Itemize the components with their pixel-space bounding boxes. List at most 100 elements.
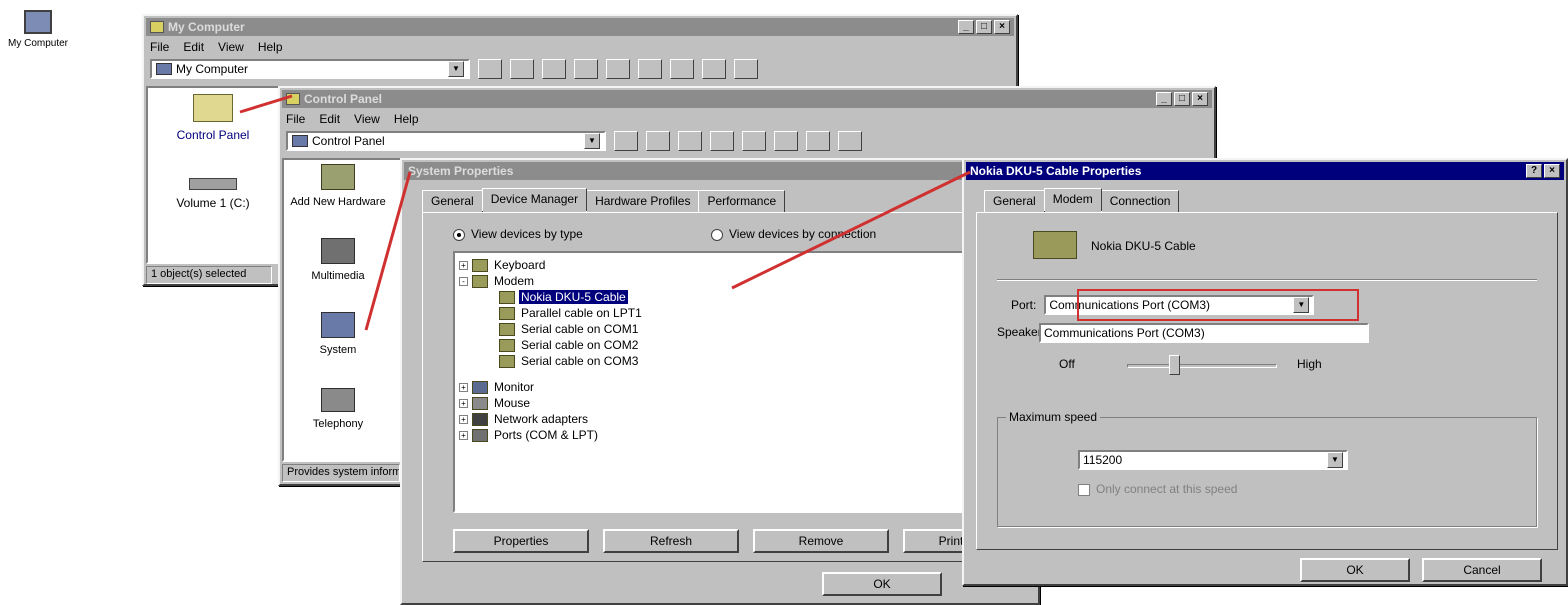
maximize-button[interactable]: □ [976, 20, 992, 34]
my-computer-titlebar[interactable]: My Computer _ □ × [146, 18, 1014, 36]
remove-button[interactable]: Remove [753, 529, 889, 553]
item-volume-c[interactable]: Volume 1 (C:) [158, 178, 268, 210]
menu-edit[interactable]: Edit [183, 40, 204, 54]
menu-help[interactable]: Help [258, 40, 283, 54]
expand-icon[interactable]: + [459, 260, 468, 270]
undo-button[interactable] [638, 59, 662, 79]
menu-help[interactable]: Help [394, 112, 419, 126]
only-connect-option[interactable]: Only connect at this speed [1078, 482, 1237, 496]
tab-general[interactable]: General [422, 190, 483, 213]
view-by-connection-radio[interactable] [711, 228, 723, 241]
tree-item-parallel-cable[interactable]: Parallel cable on LPT1 [499, 305, 644, 321]
views-button[interactable] [734, 59, 758, 79]
tree-item-network-adapters[interactable]: + Network adapters [459, 411, 590, 427]
tab-modem[interactable]: Modem [1043, 188, 1102, 211]
paste-button[interactable] [574, 59, 598, 79]
system-properties-titlebar[interactable]: System Properties [404, 162, 1036, 180]
max-speed-value: 115200 [1083, 453, 1123, 467]
menu-view[interactable]: View [354, 112, 380, 126]
close-button[interactable]: × [1544, 164, 1560, 178]
slider-thumb[interactable] [1169, 355, 1180, 375]
system-ok-button[interactable]: OK [822, 572, 942, 596]
control-panel-icon [292, 135, 308, 147]
item-telephony[interactable]: Telephony [290, 388, 386, 430]
item-system[interactable]: System [290, 312, 386, 356]
only-connect-checkbox[interactable] [1078, 483, 1090, 496]
address-dropdown-button[interactable]: ▼ [584, 133, 600, 149]
desktop-icon-my-computer[interactable]: My Computer [6, 10, 70, 49]
tree-item-modem[interactable]: - Modem [459, 273, 536, 289]
expand-icon[interactable]: + [459, 430, 468, 440]
paste-button[interactable] [710, 131, 734, 151]
close-button[interactable]: × [1192, 92, 1208, 106]
tree-item-nokia-cable[interactable]: Nokia DKU-5 Cable [499, 289, 628, 305]
map-drive-button[interactable] [606, 59, 630, 79]
menu-edit[interactable]: Edit [319, 112, 340, 126]
delete-button[interactable] [806, 131, 830, 151]
tree-item-serial-com2[interactable]: Serial cable on COM2 [499, 337, 640, 353]
device-manager-panel: View devices by type View devices by con… [422, 212, 1022, 562]
menu-file[interactable]: File [150, 40, 169, 54]
address-box[interactable]: Control Panel ▼ [286, 131, 606, 151]
view-by-connection-label: View devices by connection [729, 227, 877, 241]
menu-file[interactable]: File [286, 112, 305, 126]
device-name: Nokia DKU-5 Cable [1091, 239, 1196, 253]
modem-icon [472, 274, 488, 288]
tree-item-serial-com1[interactable]: Serial cable on COM1 [499, 321, 640, 337]
item-label: Control Panel [176, 128, 250, 142]
expand-icon[interactable]: + [459, 382, 468, 392]
collapse-icon[interactable]: - [459, 276, 468, 286]
item-add-new-hardware[interactable]: Add New Hardware [290, 164, 386, 208]
cancel-button[interactable]: Cancel [1422, 558, 1542, 582]
tab-general[interactable]: General [984, 190, 1045, 213]
tab-connection[interactable]: Connection [1100, 190, 1180, 213]
minimize-button[interactable]: _ [958, 20, 974, 34]
help-button[interactable]: ? [1526, 164, 1542, 178]
tree-item-label: Network adapters [494, 412, 589, 426]
tab-hardware-profiles[interactable]: Hardware Profiles [586, 190, 700, 213]
tree-item-ports[interactable]: + Ports (COM & LPT) [459, 427, 600, 443]
properties-button[interactable] [702, 59, 726, 79]
view-by-type-option[interactable]: View devices by type [453, 227, 583, 241]
hardware-icon [321, 164, 355, 190]
cut-button[interactable] [510, 59, 534, 79]
view-by-type-radio[interactable] [453, 228, 465, 241]
minimize-button[interactable]: _ [1156, 92, 1172, 106]
properties-button[interactable]: Properties [453, 529, 589, 553]
address-box[interactable]: My Computer ▼ [150, 59, 470, 79]
up-folder-button[interactable] [478, 59, 502, 79]
tree-item-keyboard[interactable]: + Keyboard [459, 257, 547, 273]
expand-icon[interactable]: + [459, 414, 468, 424]
delete-button[interactable] [670, 59, 694, 79]
tree-item-mouse[interactable]: + Mouse [459, 395, 532, 411]
map-drive-button[interactable] [742, 131, 766, 151]
max-speed-select[interactable]: 115200 ▼ [1078, 450, 1348, 470]
ok-button[interactable]: OK [1300, 558, 1410, 582]
status-bar: Provides system information [282, 464, 400, 482]
menu-view[interactable]: View [218, 40, 244, 54]
address-dropdown-button[interactable]: ▼ [448, 61, 464, 77]
up-folder-button[interactable] [614, 131, 638, 151]
refresh-button[interactable]: Refresh [603, 529, 739, 553]
tree-item-serial-com3[interactable]: Serial cable on COM3 [499, 353, 640, 369]
device-tree[interactable]: + Keyboard - Modem Nokia DKU-5 Cable Par… [453, 251, 1009, 513]
undo-button[interactable] [774, 131, 798, 151]
copy-button[interactable] [678, 131, 702, 151]
expand-icon[interactable]: + [459, 398, 468, 408]
maximize-button[interactable]: □ [1174, 92, 1190, 106]
modem-properties-titlebar[interactable]: Nokia DKU-5 Cable Properties ? × [966, 162, 1564, 180]
port-option-overlay[interactable]: Communications Port (COM3) [1039, 323, 1369, 343]
cut-button[interactable] [646, 131, 670, 151]
item-multimedia[interactable]: Multimedia [290, 238, 386, 282]
control-panel-titlebar[interactable]: Control Panel _ □ × [282, 90, 1212, 108]
tab-device-manager[interactable]: Device Manager [481, 188, 588, 211]
tab-performance[interactable]: Performance [698, 190, 786, 213]
view-by-connection-option[interactable]: View devices by connection [711, 227, 876, 241]
volume-slider[interactable] [1127, 355, 1277, 379]
tree-item-monitor[interactable]: + Monitor [459, 379, 536, 395]
close-button[interactable]: × [994, 20, 1010, 34]
copy-button[interactable] [542, 59, 566, 79]
properties-button[interactable] [838, 131, 862, 151]
chevron-down-icon[interactable]: ▼ [1327, 452, 1343, 468]
item-control-panel[interactable]: Control Panel [158, 94, 268, 142]
